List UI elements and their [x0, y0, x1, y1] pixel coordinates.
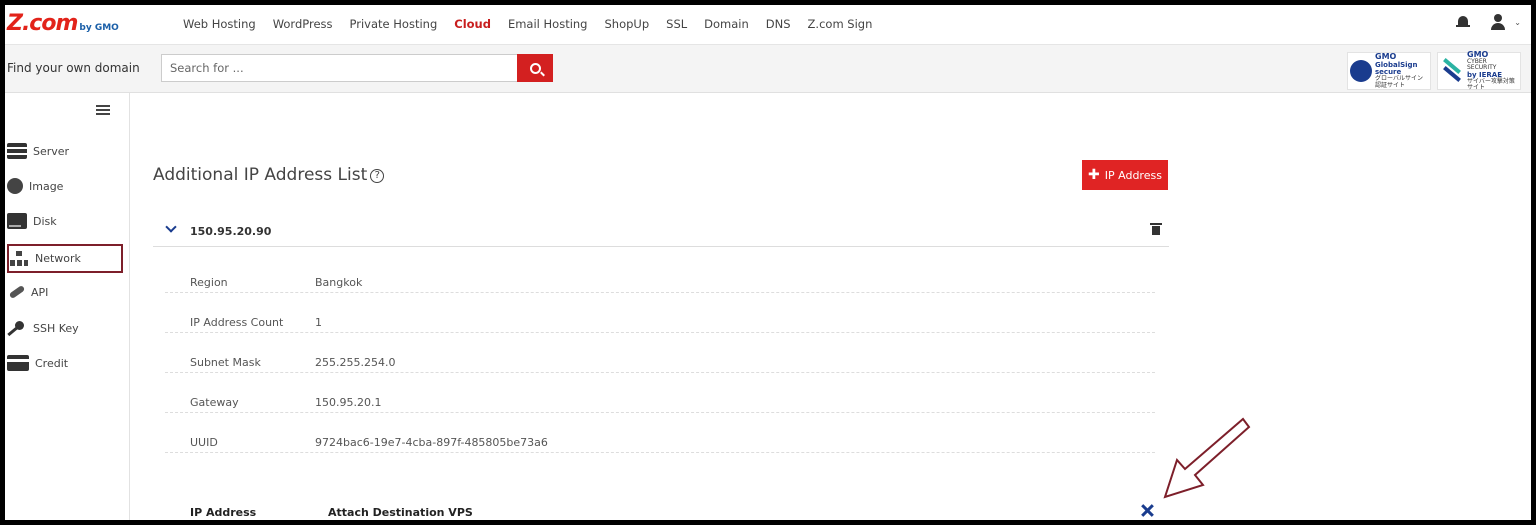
bell-icon[interactable]: [1456, 15, 1471, 30]
detail-row: UUID 9724bac6-19e7-4cba-897f-485805be73a…: [165, 413, 1155, 453]
page-title-text: Additional IP Address List: [153, 165, 368, 185]
sidebar-item-label: Image: [29, 179, 64, 193]
detail-row: Gateway 150.95.20.1: [165, 373, 1155, 413]
nav-ssl[interactable]: SSL: [666, 17, 687, 31]
nav-cloud[interactable]: Cloud: [454, 17, 491, 31]
domain-search: [161, 54, 553, 82]
badge-text: グローバルサイン認証サイト: [1375, 75, 1423, 89]
nav-private-hosting[interactable]: Private Hosting: [350, 17, 438, 31]
detail-label: Region: [190, 276, 228, 289]
nav-wordpress[interactable]: WordPress: [273, 17, 333, 31]
table-header-ip-address: IP Address: [190, 506, 257, 519]
page-title: Additional IP Address List?: [153, 165, 385, 185]
detail-row: Subnet Mask 255.255.254.0: [165, 333, 1155, 373]
nav-web-hosting[interactable]: Web Hosting: [183, 17, 256, 31]
sidebar-item-label: SSH Key: [33, 321, 79, 335]
network-icon: [9, 250, 29, 267]
image-icon: [7, 178, 23, 194]
search-button[interactable]: [517, 54, 553, 82]
detail-row: IP Address Count 1: [165, 293, 1155, 333]
table-header-attach-vps: Attach Destination VPS: [328, 506, 473, 519]
annotation-arrow-icon: [1163, 417, 1251, 499]
ierae-badge[interactable]: GMO CYBER SECURITY by IERAE サイバー攻撃対策サイト: [1437, 50, 1521, 92]
detail-row: Region Bangkok: [165, 253, 1155, 293]
globalsign-badge[interactable]: GMO GlobalSign secure グローバルサイン認証サイト: [1347, 52, 1431, 90]
globalsign-logo-icon: [1350, 60, 1372, 82]
plus-icon: ✚: [1088, 167, 1100, 183]
detail-label: UUID: [190, 436, 218, 449]
nav-email-hosting[interactable]: Email Hosting: [508, 17, 588, 31]
sidebar-item-label: Credit: [35, 356, 69, 370]
nav-zcom-sign[interactable]: Z.com Sign: [808, 17, 873, 31]
api-icon: [7, 284, 25, 300]
sidebar-item-label: Disk: [33, 214, 57, 228]
chevron-down-icon[interactable]: [165, 221, 177, 233]
add-ip-address-button[interactable]: ✚ IP Address: [1082, 160, 1168, 190]
ip-details: Region Bangkok IP Address Count 1 Subnet…: [165, 253, 1155, 453]
ip-block-title: 150.95.20.90: [190, 225, 272, 238]
user-icon[interactable]: [1490, 14, 1508, 30]
sidebar-item-api[interactable]: API: [7, 279, 125, 305]
badge-text: CYBER SECURITY: [1467, 57, 1497, 72]
domain-search-input[interactable]: [161, 54, 517, 82]
app-window: Z.com by GMO Web Hosting WordPress Privat…: [5, 5, 1531, 520]
sidebar-item-label: Network: [35, 252, 81, 265]
sidebar: Server Image Disk Network API SSH Key Cr…: [5, 93, 130, 520]
sidebar-item-server[interactable]: Server: [7, 138, 125, 164]
sidebar-item-disk[interactable]: Disk: [7, 208, 125, 234]
detail-label: IP Address Count: [190, 316, 284, 329]
main-content: Additional IP Address List? ✚ IP Address…: [131, 93, 1531, 520]
badge-text: サイバー攻撃対策サイト: [1467, 77, 1515, 92]
nav-dns[interactable]: DNS: [766, 17, 791, 31]
main-nav: Web Hosting WordPress Private Hosting Cl…: [183, 17, 889, 31]
sidebar-item-label: Server: [33, 144, 70, 158]
sidebar-item-credit[interactable]: Credit: [7, 350, 125, 376]
key-icon: [7, 320, 27, 336]
detail-value: 255.255.254.0: [315, 356, 396, 369]
detail-value: 9724bac6-19e7-4cba-897f-485805be73a6: [315, 436, 548, 449]
security-badges: GMO GlobalSign secure グローバルサイン認証サイト GMO …: [1347, 50, 1521, 92]
nav-shopup[interactable]: ShopUp: [604, 17, 649, 31]
sidebar-item-image[interactable]: Image: [7, 173, 125, 199]
tools-icon[interactable]: [1139, 502, 1155, 518]
trash-icon[interactable]: [1150, 223, 1162, 235]
find-domain-label: Find your own domain: [7, 61, 140, 75]
sidebar-item-ssh-key[interactable]: SSH Key: [7, 315, 125, 341]
detail-value: 1: [315, 316, 322, 329]
top-navigation-bar: Z.com by GMO Web Hosting WordPress Privat…: [5, 5, 1531, 45]
nav-domain[interactable]: Domain: [704, 17, 749, 31]
search-icon: [529, 62, 541, 74]
detail-label: Subnet Mask: [190, 356, 261, 369]
detail-label: Gateway: [190, 396, 239, 409]
sidebar-item-label: API: [31, 285, 49, 299]
chevron-down-icon[interactable]: ⌄: [1514, 18, 1521, 27]
zcom-logo[interactable]: Z.com by GMO: [7, 11, 119, 36]
server-icon: [7, 143, 27, 159]
detail-value: Bangkok: [315, 276, 363, 289]
ierae-logo-icon: [1440, 60, 1464, 82]
hamburger-menu-icon[interactable]: [96, 105, 110, 115]
ip-block-header[interactable]: 150.95.20.90: [153, 214, 1169, 247]
top-right-icons: ⌄: [1456, 14, 1521, 30]
add-ip-address-label: IP Address: [1104, 168, 1162, 182]
detail-value: 150.95.20.1: [315, 396, 382, 409]
help-icon[interactable]: ?: [370, 169, 385, 183]
domain-search-band: Find your own domain GMO GlobalSign secu…: [5, 45, 1531, 93]
credit-card-icon: [7, 355, 29, 371]
disk-icon: [7, 213, 27, 229]
sidebar-item-network[interactable]: Network: [7, 244, 123, 273]
